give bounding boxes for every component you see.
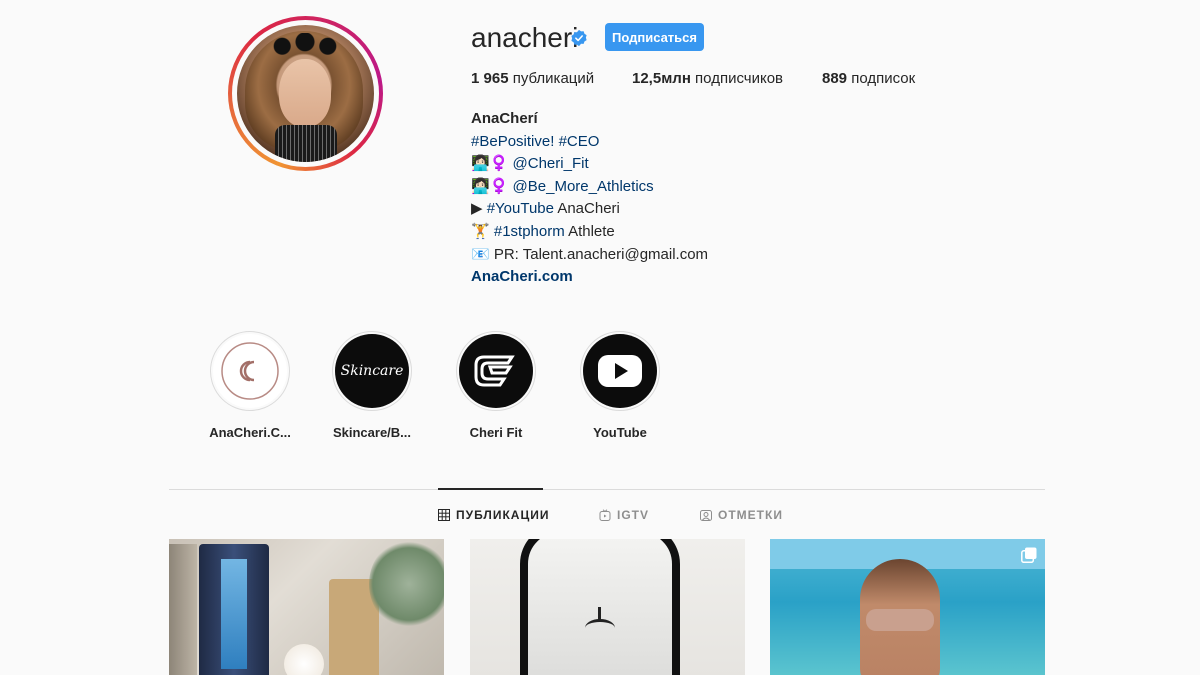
bio-text: Athlete <box>564 222 615 240</box>
bio-emoji: 👩🏻‍💻‍♀ <box>471 177 513 195</box>
multiple-photos-icon <box>1021 547 1037 563</box>
tagged-icon <box>700 510 712 521</box>
highlight-anacheri-c[interactable]: AnaCheri.C... <box>200 331 300 440</box>
posts-count: 1 965 публикаций <box>471 70 594 87</box>
bio-text: AnaCheri <box>554 200 620 218</box>
highlight-skincare[interactable]: Skincare Skincare/B... <box>322 331 422 440</box>
hashtag-link[interactable]: #1stphorm <box>494 223 565 240</box>
tabs-divider <box>169 489 1045 490</box>
highlight-label: AnaCheri.C... <box>209 425 291 440</box>
avatar-photo <box>237 25 374 162</box>
highlight-label: Cheri Fit <box>469 425 523 440</box>
mention-link[interactable]: @Cheri_Fit <box>513 155 589 172</box>
followers-count-value: 12,5млн <box>632 70 691 87</box>
hashtag-link[interactable]: #CEO <box>559 133 600 150</box>
following-count-label: подписок <box>847 70 916 87</box>
highlight-label: YouTube <box>593 425 647 440</box>
followers-link[interactable]: 12,5млн подписчиков <box>632 70 783 87</box>
follow-button[interactable]: Подписаться <box>605 23 704 51</box>
bio-line-5: 🏋 #1stphorm Athlete <box>471 221 708 244</box>
skincare-icon-text: Skincare <box>340 363 404 379</box>
bio-line-1: #BePositive! #CEO <box>471 131 708 154</box>
profile-avatar[interactable] <box>228 16 383 171</box>
tab-posts[interactable]: ПУБЛИКАЦИИ <box>438 508 549 522</box>
bio-line-6: 📧 PR: Talent.anacheri@gmail.com <box>471 245 709 263</box>
cheri-fit-logo-icon <box>459 334 533 408</box>
website-link[interactable]: AnaCheri.com <box>471 266 708 289</box>
followers-count-label: подписчиков <box>690 70 784 87</box>
verified-badge-icon <box>571 29 587 47</box>
skincare-icon: Skincare <box>335 334 409 408</box>
hashtag-link[interactable]: #YouTube <box>487 200 554 217</box>
tab-tagged[interactable]: ОТМЕТКИ <box>700 508 783 522</box>
mention-link[interactable]: @Be_More_Athletics <box>513 178 654 195</box>
posts-count-label: публикаций <box>508 70 595 87</box>
posts-count-value: 1 965 <box>471 70 509 87</box>
following-link[interactable]: 889 подписок <box>822 70 915 87</box>
profile-bio: AnaCherí #BePositive! #CEO 👩🏻‍💻‍♀ @Cheri… <box>471 108 708 289</box>
youtube-icon <box>583 334 657 408</box>
tab-igtv[interactable]: IGTV <box>599 508 649 522</box>
profile-username: anacheri <box>471 22 579 53</box>
hashtag-link[interactable]: #BePositive! <box>471 133 554 150</box>
play-icon: ▶ <box>471 200 487 218</box>
tab-label: ПУБЛИКАЦИИ <box>456 508 550 522</box>
igtv-icon <box>599 509 611 521</box>
bio-full-name: AnaCherí <box>471 110 538 127</box>
highlight-cheri-fit[interactable]: Cheri Fit <box>446 331 546 440</box>
bio-line-2: 👩🏻‍💻‍♀ @Cheri_Fit <box>471 153 708 176</box>
tab-label: IGTV <box>617 508 650 522</box>
grid-icon <box>438 509 450 521</box>
bio-line-4: ▶ #YouTube AnaCheri <box>471 198 708 221</box>
tab-label: ОТМЕТКИ <box>718 508 783 522</box>
cc-logo-icon <box>213 334 287 408</box>
post-thumbnail[interactable] <box>770 539 1045 675</box>
highlight-youtube[interactable]: YouTube <box>570 331 670 440</box>
bio-line-3: 👩🏻‍💻‍♀ @Be_More_Athletics <box>471 176 708 199</box>
following-count-value: 889 <box>822 70 848 87</box>
bio-emoji: 🏋 <box>471 222 494 240</box>
bio-emoji: 👩🏻‍💻‍♀ <box>471 155 513 173</box>
highlight-label: Skincare/B... <box>332 425 412 440</box>
active-tab-indicator <box>438 488 543 490</box>
post-thumbnail[interactable] <box>470 539 745 675</box>
post-thumbnail[interactable] <box>169 539 444 675</box>
